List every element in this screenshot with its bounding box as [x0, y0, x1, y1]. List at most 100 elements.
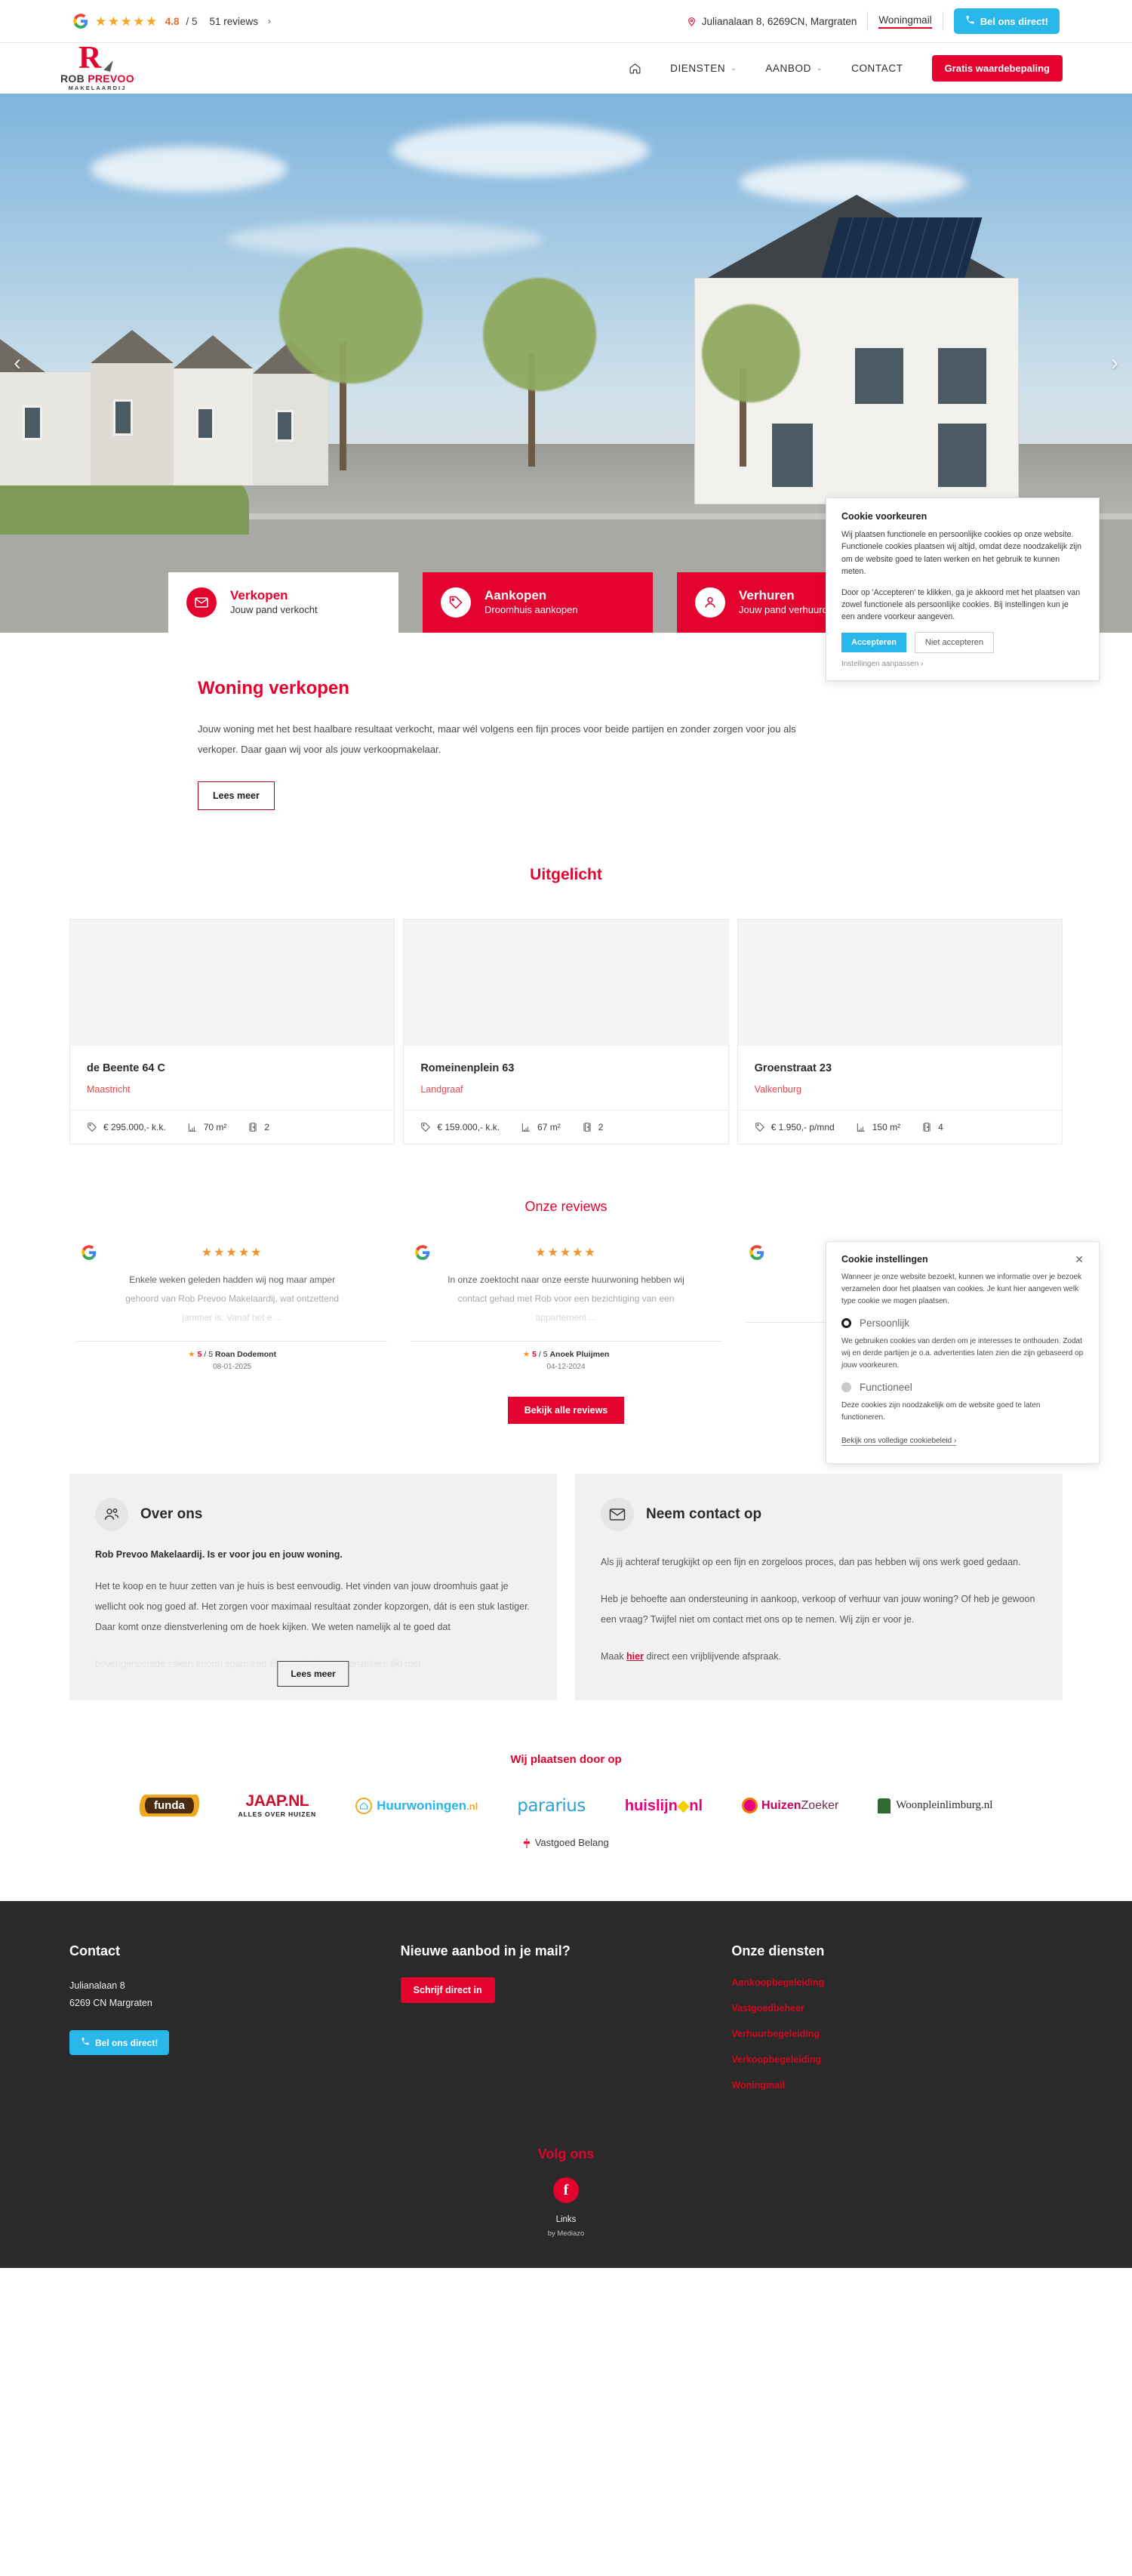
sell-read-more-button[interactable]: Lees meer	[198, 781, 275, 810]
site-logo[interactable]: R ROB PREVOO MAKELAARDIJ	[60, 42, 134, 91]
woningmail-link[interactable]: Woningmail	[868, 11, 943, 31]
chevron-down-icon: ⌄	[816, 64, 823, 72]
tree-canopy	[702, 304, 800, 402]
contact-panel: Neem contact op Als jij achteraf terugki…	[575, 1474, 1063, 1701]
contact-here-link[interactable]: hier	[626, 1651, 644, 1662]
footer-contact-title: Contact	[69, 1943, 120, 1959]
woonpleinlimburg-nl-logo[interactable]: Woonpleinlimburg.nl	[878, 1798, 992, 1813]
footer-link-woningmail[interactable]: Woningmail	[731, 2080, 1063, 2091]
hero-next-arrow[interactable]: ›	[1111, 350, 1118, 376]
huislijn-logo-suffix: nl	[689, 1798, 703, 1815]
cookie-settings-dialog[interactable]: Cookie instellingen ✕ Wanneer je onze we…	[826, 1241, 1100, 1464]
hero-prev-arrow[interactable]: ‹	[14, 350, 21, 376]
property-card[interactable]: Romeinenplein 63 Landgraaf € 159.000,- k…	[403, 918, 729, 1145]
review-card: ★★★★★ Enkele weken geleden hadden wij no…	[69, 1231, 395, 1371]
review-footer: ★ 5 / 5 Roan Dodemont 08-01-2025	[77, 1341, 388, 1371]
funda-logo[interactable]: funda	[138, 1795, 200, 1817]
footer-links-label[interactable]: Links	[0, 2215, 1132, 2224]
huislijn-nl-logo[interactable]: huislijn◆nl	[625, 1796, 703, 1815]
huizenzoeker-logo[interactable]: HuizenZoeker	[742, 1798, 838, 1814]
huurwoningen-logo-suffix: .nl	[466, 1800, 478, 1812]
phone-icon	[81, 2037, 90, 2048]
radio-unselected-icon[interactable]	[841, 1382, 851, 1392]
property-city: Valkenburg	[754, 1083, 801, 1095]
footer-link-verhuurbegeleiding[interactable]: Verhuurbegeleiding	[731, 2029, 1063, 2039]
footer-link-vastgoedbeheer[interactable]: Vastgoedbeheer	[731, 2003, 1063, 2014]
service-subtitle: Droomhuis aankopen	[484, 604, 578, 616]
review-footer: ★ 5 / 5 Anoek Pluijmen 04-12-2024	[411, 1341, 721, 1371]
about-panel: Over ons Rob Prevoo Makelaardij. Is er v…	[69, 1474, 557, 1701]
huurwoningen-logo-text: Huurwoningen	[377, 1798, 467, 1813]
nav-home-link[interactable]	[629, 62, 641, 75]
footer-call-button[interactable]: Bel ons direct!	[69, 2030, 170, 2056]
google-icon	[749, 1244, 764, 1260]
woonplein-logo-text: Woonpleinlimburg.nl	[896, 1799, 993, 1812]
footer-link-aankoopbegeleiding[interactable]: Aankoopbegeleiding	[731, 1977, 1063, 1988]
cookie-preferences-dialog[interactable]: Cookie voorkeuren Wij plaatsen functione…	[826, 498, 1100, 681]
jaap-logo-sub: ALLES OVER HUIZEN	[238, 1810, 317, 1819]
address-text: Julianalaan 8, 6269CN, Margraten	[701, 15, 857, 27]
property-price: € 159.000,- k.k.	[437, 1121, 500, 1132]
envelope-icon	[186, 587, 217, 618]
jaap-nl-logo[interactable]: JAAP.NL ALLES OVER HUIZEN	[238, 1793, 316, 1818]
footer-call-label: Bel ons direct!	[95, 2037, 158, 2048]
door-icon	[878, 1798, 891, 1813]
accept-cookies-button[interactable]: Accepteren	[841, 632, 906, 652]
cloud	[392, 124, 649, 177]
property-meta: € 159.000,- k.k. 67 m² 2	[404, 1109, 728, 1144]
envelope-icon	[601, 1498, 634, 1532]
review-line-1: Enkele weken geleden hadden wij nog maar…	[129, 1274, 336, 1285]
property-city: Landgraaf	[420, 1083, 463, 1095]
call-button-header[interactable]: Bel ons direct!	[953, 8, 1060, 34]
chevron-down-icon: ⌄	[731, 64, 737, 72]
topbar-right: Julianalaan 8, 6269CN, Margraten Woningm…	[687, 8, 1060, 34]
pararius-logo[interactable]: pararius	[517, 1796, 586, 1816]
hero-window	[936, 346, 989, 406]
review-line-3: jammer is. Vanaf het e ...	[182, 1311, 282, 1323]
radio-selected-icon[interactable]	[841, 1318, 851, 1328]
property-card[interactable]: Groenstraat 23 Valkenburg € 1.950,- p/mn…	[737, 918, 1063, 1145]
about-read-more-button[interactable]: Lees meer	[277, 1661, 349, 1687]
google-rating[interactable]: ★★★★★ 4.8 / 5 51 reviews ›	[73, 14, 271, 29]
google-icon	[415, 1244, 430, 1260]
footer-contact-column: Contact Julianalaan 8 6269 CN Margraten …	[69, 1943, 401, 2106]
review-card: ★★★★★ In onze zoektocht naar onze eerste…	[403, 1231, 728, 1371]
facebook-icon[interactable]: f	[553, 2177, 579, 2204]
nav-item-aanbod[interactable]: AANBOD ⌄	[765, 63, 823, 74]
huurwoningen-nl-logo[interactable]: Huurwoningen.nl	[355, 1797, 478, 1814]
free-valuation-button[interactable]: Gratis waardebepaling	[931, 55, 1063, 82]
view-all-reviews-button[interactable]: Bekijk alle reviews	[507, 1397, 625, 1425]
cookie-policy-link[interactable]: Bekijk ons volledige cookiebeleid ›	[841, 1437, 957, 1446]
logo-letter: R	[78, 40, 101, 75]
cookie-settings-intro: Wanneer je onze website bezoekt, kunnen …	[841, 1273, 1082, 1305]
cookie-option-functional[interactable]: Functioneel	[841, 1382, 1084, 1393]
nav-item-diensten[interactable]: DIENSTEN ⌄	[670, 63, 737, 74]
adjust-settings-link[interactable]: Instellingen aanpassen ›	[841, 660, 1084, 668]
contact-title: Neem contact op	[646, 1506, 762, 1523]
review-text: Enkele weken geleden hadden wij nog maar…	[77, 1271, 387, 1328]
cookie-option-personal[interactable]: Persoonlijk	[841, 1317, 1084, 1329]
close-icon[interactable]: ✕	[1075, 1254, 1084, 1265]
review-count[interactable]: 51 reviews	[210, 16, 259, 27]
property-card[interactable]: de Beente 64 C Maastricht € 295.000,- k.…	[69, 918, 395, 1145]
footer-address-line1: Julianalaan 8	[69, 1980, 125, 1992]
nav-item-contact[interactable]: CONTACT	[851, 63, 903, 74]
huislijn-logo-text: huislijn	[624, 1798, 678, 1815]
decline-cookies-button[interactable]: Niet accepteren	[914, 631, 994, 653]
reviews-title: Onze reviews	[524, 1198, 608, 1214]
contact-p3-after: direct een vrijblijvende afspraak.	[643, 1650, 782, 1662]
tree-canopy	[483, 278, 596, 391]
service-card-aankopen[interactable]: Aankopen Droomhuis aankopen	[423, 572, 653, 633]
property-price: € 295.000,- k.k.	[103, 1121, 166, 1132]
property-title: de Beente 64 C	[87, 1062, 165, 1074]
vastgoed-belang-logo[interactable]: •|• Vastgoed Belang	[69, 1836, 1063, 1848]
newsletter-signup-button[interactable]: Schrijf direct in	[400, 1977, 495, 2004]
nav-items: DIENSTEN ⌄ AANBOD ⌄ CONTACT Gratis waard…	[629, 55, 1063, 82]
service-card-verkopen[interactable]: Verkopen Jouw pand verkocht	[168, 572, 398, 633]
google-icon	[73, 14, 88, 29]
tree-canopy	[279, 248, 423, 384]
cookie-pref-paragraph-2: Door op 'Accepteren' te klikken, ga je a…	[841, 587, 1081, 622]
footer-newsletter-title: Nieuwe aanbod in je mail?	[400, 1943, 571, 1959]
footer-link-verkoopbegeleiding[interactable]: Verkoopbegeleiding	[731, 2054, 1063, 2065]
hero-solar-panels	[821, 217, 983, 278]
